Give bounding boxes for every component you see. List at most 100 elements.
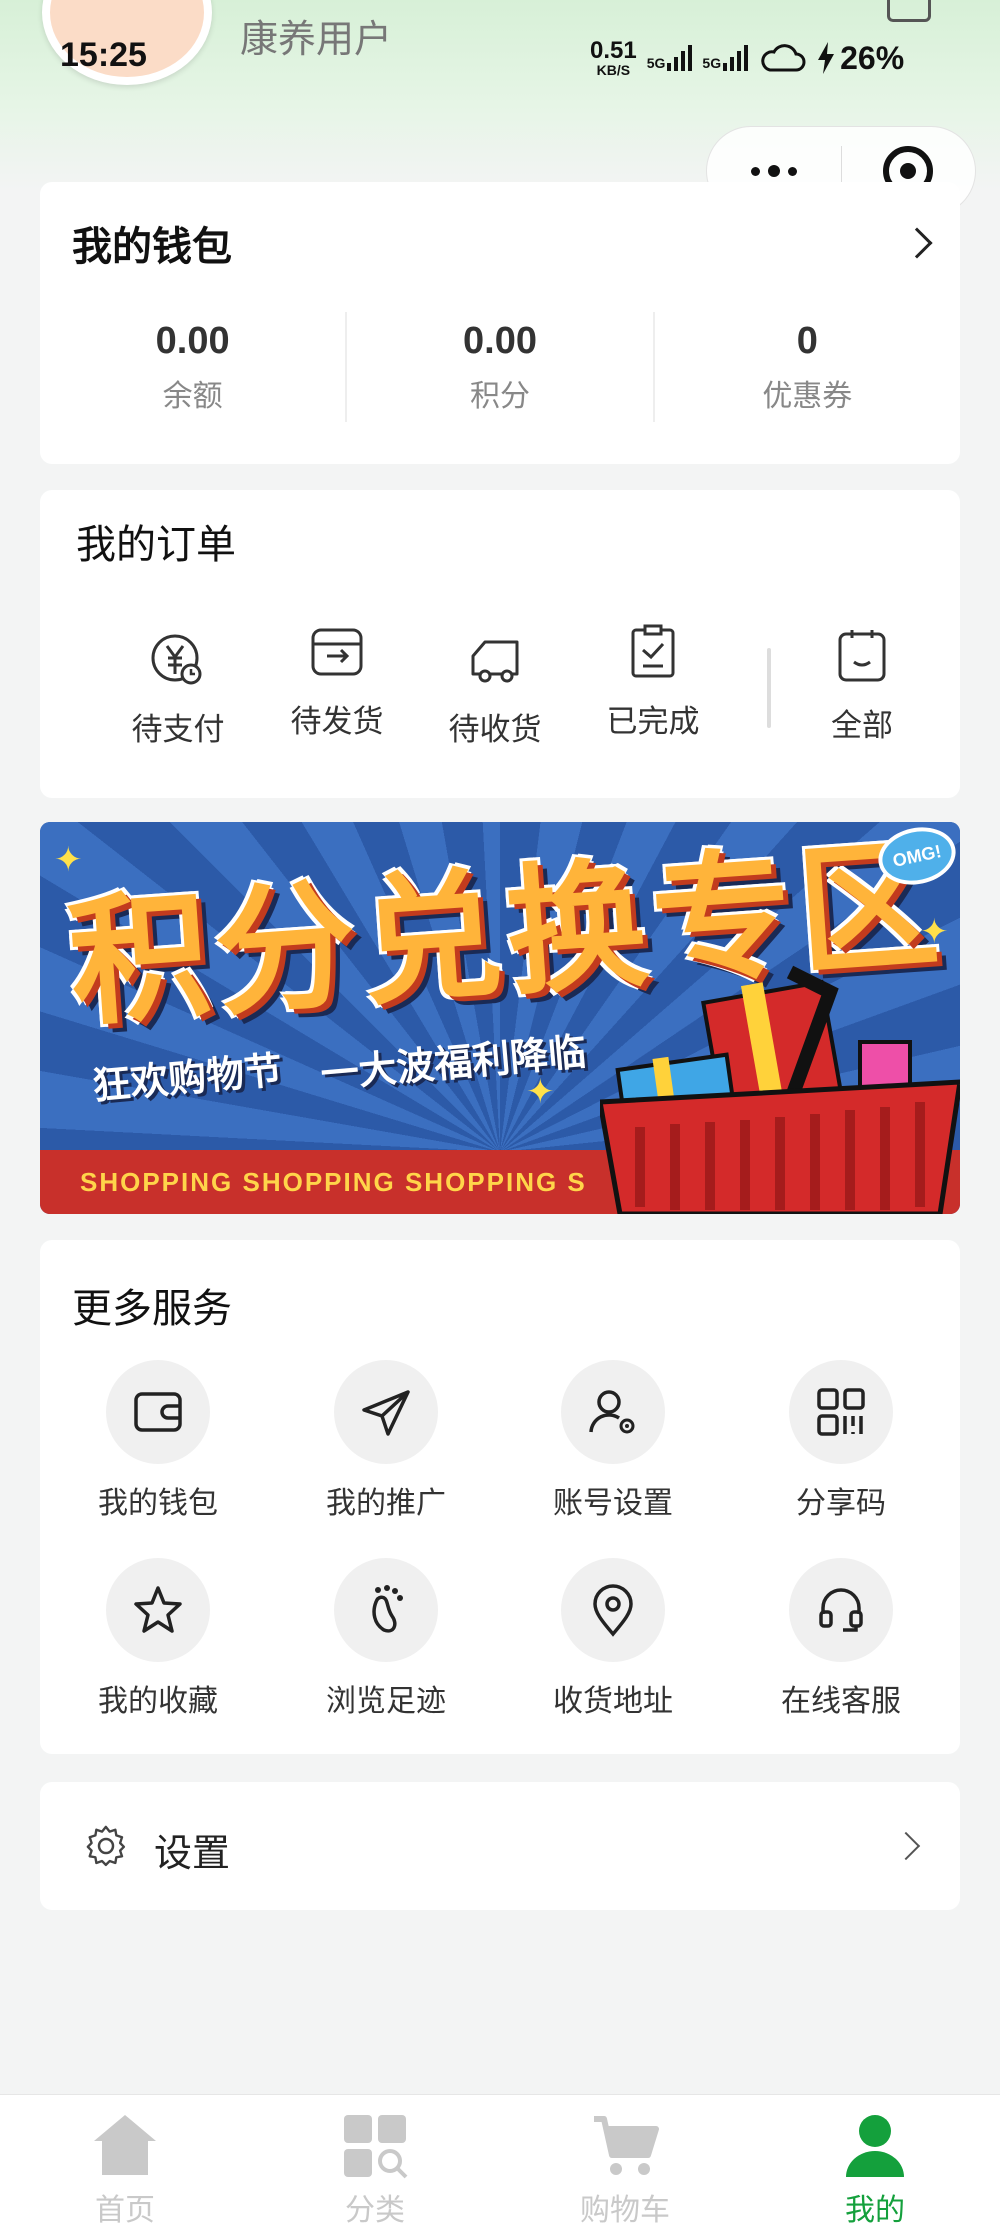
user-icon: [846, 2115, 904, 2177]
order-pending-receipt[interactable]: 待收货: [425, 630, 565, 749]
order-pending-shipment[interactable]: 待发货: [267, 622, 407, 741]
service-label: 我的钱包: [98, 1486, 218, 1521]
order-label: 待发货: [290, 704, 384, 740]
tab-label: 购物车: [580, 2193, 670, 2228]
status-bar-right: 0.51 KB/S 5G 5G 26%: [590, 36, 904, 80]
service-label: 我的收藏: [98, 1684, 218, 1719]
location-pin-icon: [593, 1584, 633, 1637]
paper-plane-icon: [362, 1390, 410, 1436]
service-online-support[interactable]: 在线客服: [751, 1558, 931, 1720]
cloud-icon: [761, 44, 806, 72]
wallet-title: 我的钱包: [72, 224, 232, 270]
battery-percent: 26%: [840, 39, 905, 76]
wallet-stat-value: 0: [796, 319, 818, 362]
order-divider: [767, 648, 771, 728]
service-icon-circle: [334, 1360, 438, 1464]
service-label: 我的推广: [326, 1486, 446, 1521]
signal-2-label: 5G: [702, 55, 722, 71]
box-out-icon: [311, 628, 363, 676]
share-icon[interactable]: [887, 0, 931, 22]
service-icon-circle: [561, 1558, 665, 1662]
wallet-stats: 0.00 余额 0.00 积分 0 优惠券: [40, 312, 960, 422]
order-label: 待支付: [131, 712, 225, 748]
service-shipping-address[interactable]: 收货地址: [523, 1558, 703, 1720]
signal-bars-icon: [723, 45, 749, 71]
tab-category[interactable]: 分类: [250, 2095, 500, 2235]
order-status-row: 待支付 待发货 待收货 已完成 全部: [40, 624, 960, 780]
wallet-stat-label: 优惠券: [762, 378, 853, 414]
orders-card: 我的订单 待支付 待发货 待收货 已完成 全部: [40, 490, 960, 798]
status-time: 15:25: [60, 36, 147, 74]
tab-label: 分类: [345, 2193, 405, 2228]
order-completed[interactable]: 已完成: [583, 622, 723, 741]
footprint-icon: [372, 1585, 403, 1633]
service-icon-circle: [334, 1558, 438, 1662]
services-title: 更多服务: [72, 1286, 232, 1332]
service-account-settings[interactable]: 账号设置: [523, 1360, 703, 1522]
service-icon-circle: [789, 1558, 893, 1662]
wallet-stat-label: 余额: [162, 378, 223, 414]
service-label: 收货地址: [553, 1684, 673, 1719]
wallet-balance[interactable]: 0.00 余额: [40, 312, 345, 422]
service-icon-circle: [106, 1360, 210, 1464]
tab-label: 首页: [95, 2193, 155, 2228]
service-label: 分享码: [796, 1486, 886, 1521]
wallet-stat-label: 积分: [469, 378, 530, 414]
shopping-basket-illustration: [600, 965, 960, 1214]
clipboard-check-icon: [631, 624, 675, 678]
tab-home[interactable]: 首页: [0, 2095, 250, 2235]
gear-icon: [86, 1825, 126, 1867]
points-exchange-banner[interactable]: ✦ ✦ ✦ 积分兑换专区 狂欢购物节 一大波福利降临 SHOPPING SHOP…: [40, 822, 960, 1214]
cart-icon: [594, 2116, 659, 2175]
service-label: 账号设置: [553, 1486, 673, 1521]
wallet-points[interactable]: 0.00 积分: [345, 312, 652, 422]
home-icon: [94, 2115, 156, 2175]
more-dots-icon: [750, 165, 797, 177]
star-icon: [134, 1586, 182, 1633]
order-label: 已完成: [606, 704, 700, 740]
tab-cart[interactable]: 购物车: [500, 2095, 750, 2235]
username: 康养用户: [240, 17, 393, 61]
order-label: 全部: [831, 708, 893, 744]
order-pending-payment[interactable]: 待支付: [108, 630, 248, 749]
service-my-promotion[interactable]: 我的推广: [296, 1360, 476, 1522]
yuan-clock-icon: [151, 634, 202, 685]
settings-label: 设置: [154, 1831, 231, 1875]
wallet-coupons[interactable]: 0 优惠券: [652, 312, 960, 422]
network-speed-unit: KB/S: [596, 62, 631, 78]
chevron-right-icon: [891, 1831, 921, 1861]
service-share-code[interactable]: 分享码: [751, 1360, 931, 1522]
service-icon-circle: [106, 1558, 210, 1662]
tab-mine[interactable]: 我的: [750, 2095, 1000, 2235]
wallet-stat-value: 0.00: [155, 319, 230, 362]
service-label: 在线客服: [781, 1684, 901, 1719]
chevron-right-icon[interactable]: [901, 227, 933, 259]
settings-row[interactable]: 设置: [40, 1782, 960, 1910]
network-speed: 0.51 KB/S: [590, 37, 637, 78]
service-my-wallet[interactable]: 我的钱包: [68, 1360, 248, 1522]
tab-label: 我的: [845, 2193, 905, 2228]
order-label: 待收货: [448, 712, 542, 748]
headset-icon: [819, 1588, 863, 1632]
battery: 26%: [816, 40, 904, 77]
bottom-tab-bar: 首页 分类 购物车 我的: [0, 2094, 1000, 2235]
order-all[interactable]: 全部: [792, 626, 932, 745]
more-services-card: 更多服务 我的钱包 我的推广 账号设置 分享码 我的收藏 浏览足迹 收货地址 在…: [40, 1240, 960, 1754]
service-my-favorites[interactable]: 我的收藏: [68, 1558, 248, 1720]
service-browse-history[interactable]: 浏览足迹: [296, 1558, 476, 1720]
signal-2: 5G: [702, 45, 749, 71]
signal-1-label: 5G: [646, 55, 666, 71]
wallet-icon: [134, 1392, 182, 1432]
service-label: 浏览足迹: [326, 1684, 446, 1719]
network-speed-value: 0.51: [590, 37, 637, 64]
wallet-stat-value: 0.00: [463, 319, 537, 362]
charging-bolt-icon: [818, 42, 835, 74]
orders-title: 我的订单: [76, 522, 236, 568]
category-icon: [344, 2115, 408, 2179]
wallet-card: 我的钱包 0.00 余额 0.00 积分 0 优惠券: [40, 182, 960, 464]
truck-icon: [471, 640, 519, 683]
signal-bars-icon: [667, 45, 693, 71]
qr-code-icon: [817, 1388, 865, 1436]
service-icon-circle: [789, 1360, 893, 1464]
user-gear-icon: [589, 1390, 635, 1434]
